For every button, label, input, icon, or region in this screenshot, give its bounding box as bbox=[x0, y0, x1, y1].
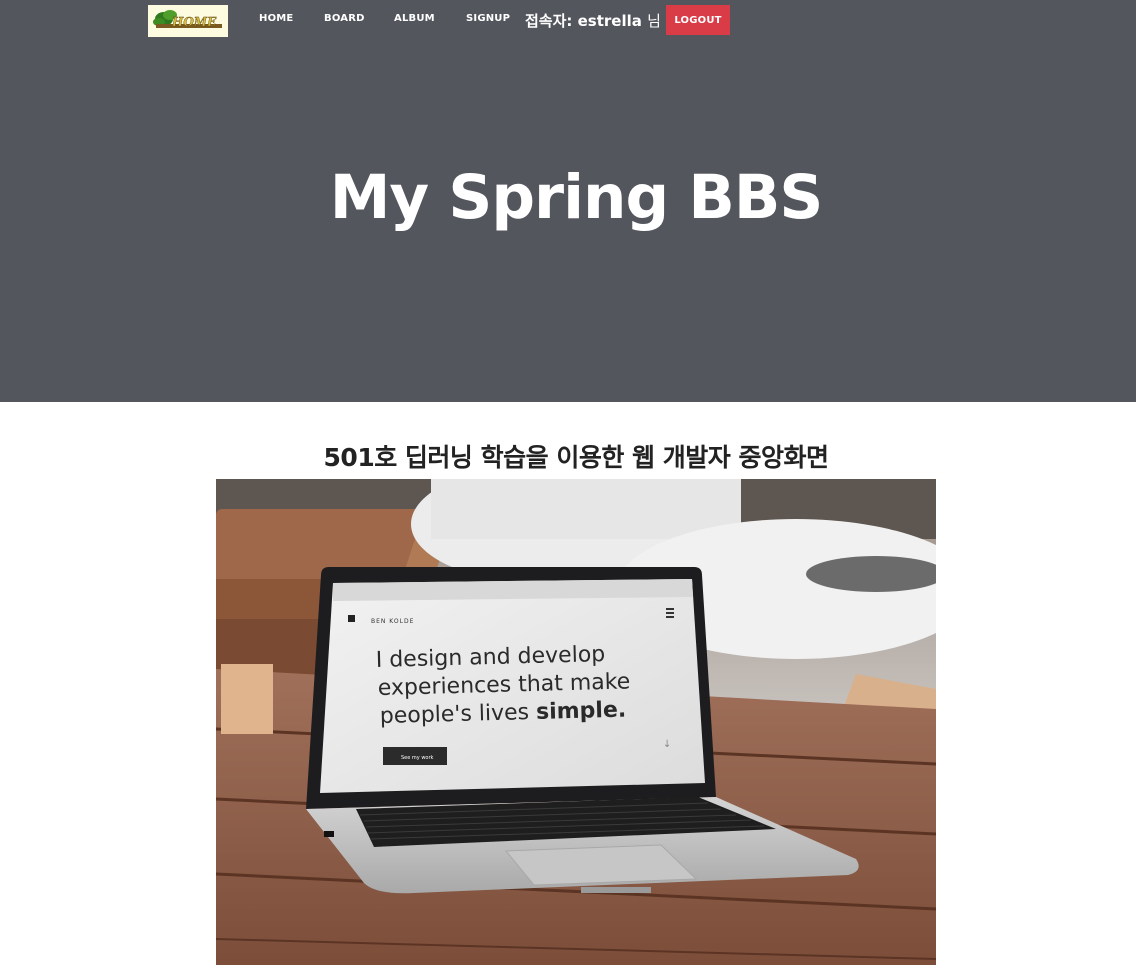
logo-text: HOME bbox=[171, 15, 217, 29]
logout-button[interactable]: LOGOUT bbox=[666, 5, 730, 35]
nav-board-link[interactable]: BOARD bbox=[324, 13, 365, 24]
top-nav: HOME HOME BOARD ALBUM SIGNUP 접속자: estrel… bbox=[0, 0, 1136, 40]
photo-cta-label: See my work bbox=[401, 755, 434, 761]
laptop-photo-illustration: BEN KOLDE I design and develop experienc… bbox=[216, 479, 936, 965]
home-logo[interactable]: HOME bbox=[148, 5, 228, 37]
main-heading: 501호 딥러닝 학습을 이용한 웹 개발자 중앙화면 bbox=[323, 443, 829, 472]
nav-album-link[interactable]: ALBUM bbox=[394, 13, 435, 24]
logged-in-user: 접속자: estrella 님 bbox=[525, 10, 661, 31]
nav-home-link[interactable]: HOME bbox=[259, 13, 293, 24]
photo-site-brand: BEN KOLDE bbox=[371, 618, 414, 625]
svg-text:↓: ↓ bbox=[663, 739, 671, 750]
hero-banner: HOME HOME BOARD ALBUM SIGNUP 접속자: estrel… bbox=[0, 0, 1136, 402]
user-name-label: 접속자: estrella bbox=[525, 12, 642, 30]
logo-image: HOME bbox=[148, 5, 228, 37]
photo-headline-line-3: people's lives bbox=[380, 700, 537, 729]
user-honorific: 님 bbox=[647, 12, 661, 30]
photo-headline-bold: simple. bbox=[536, 698, 627, 725]
laptop-photo: BEN KOLDE I design and develop experienc… bbox=[216, 479, 936, 965]
hero-title: My Spring BBS bbox=[329, 162, 824, 233]
nav-signup-link[interactable]: SIGNUP bbox=[466, 13, 510, 24]
